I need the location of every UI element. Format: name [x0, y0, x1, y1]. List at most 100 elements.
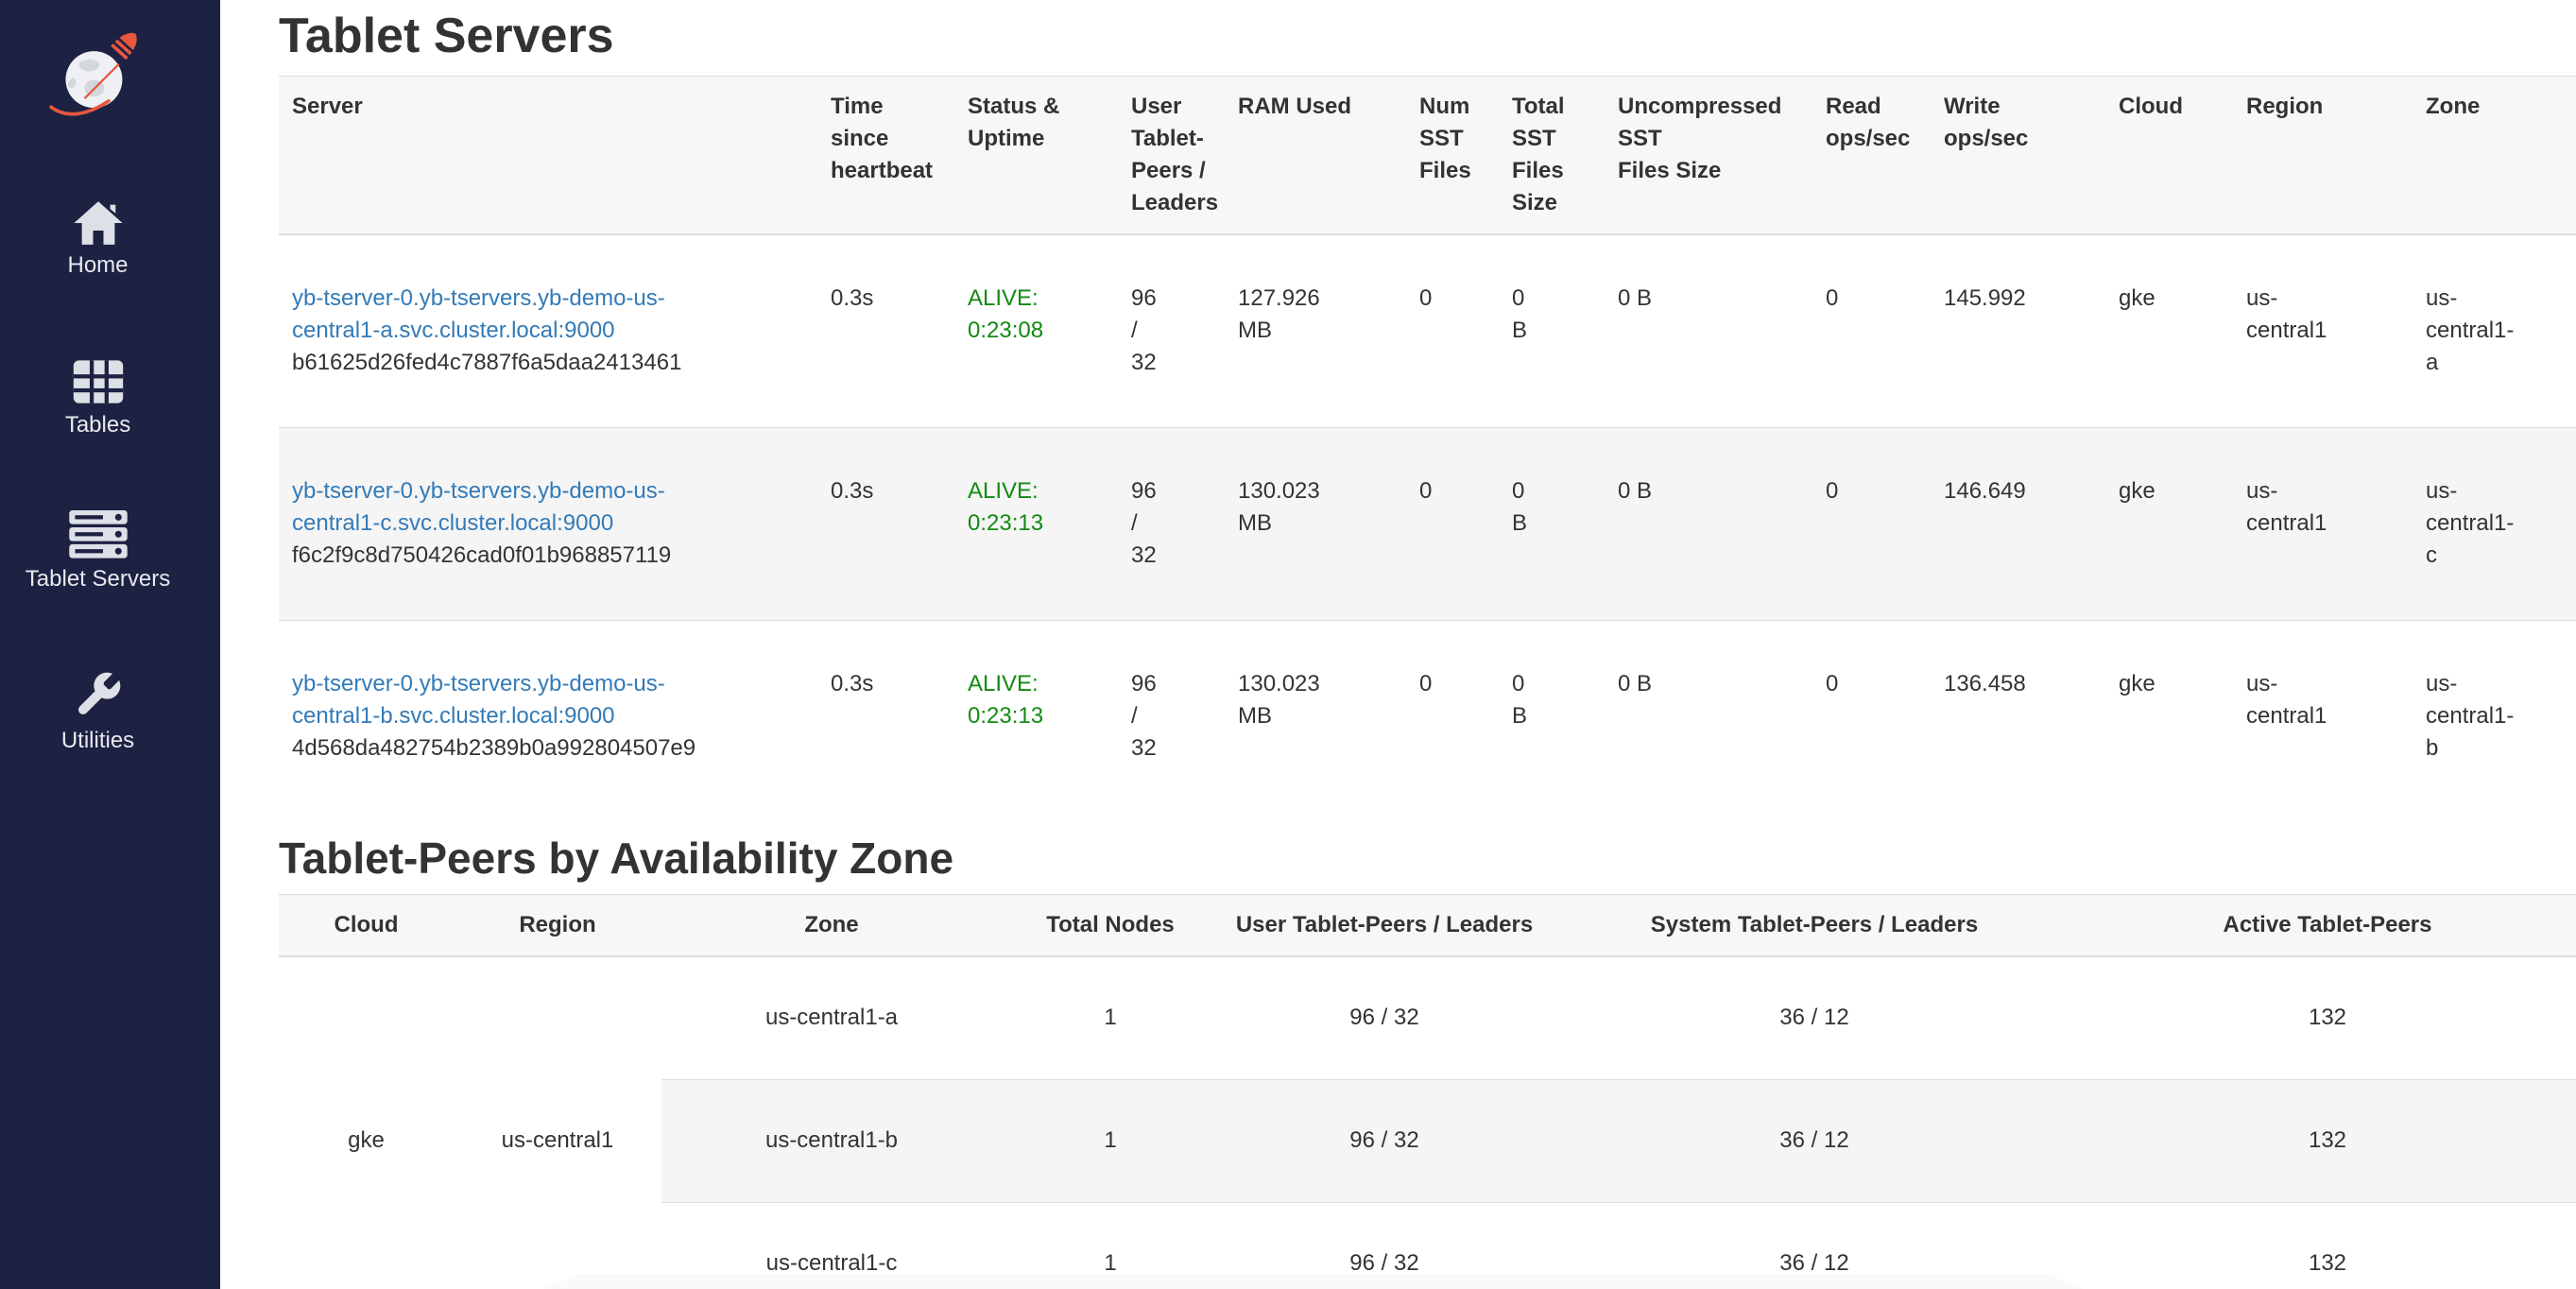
col-user-tablet-peers: User Tablet-Peers / Leaders: [1219, 895, 1550, 957]
az-system-peers-cell: 36 / 12: [1550, 956, 2079, 1080]
write-ops-cell: 145.992: [1931, 234, 2105, 428]
tserver-row: yb-tserver-0.yb-tservers.yb-demo-us- cen…: [279, 234, 2576, 428]
heartbeat-cell: 0.3s: [817, 428, 954, 621]
az-region-cell: us-central1: [454, 956, 661, 1289]
num-sst-files-cell: 0: [1406, 428, 1499, 621]
tablet-servers-table: Server Time since heartbeat Status & Upt…: [279, 76, 2576, 813]
az-active-peers-cell: 132: [2079, 1080, 2576, 1203]
tserver-row: yb-tserver-0.yb-tservers.yb-demo-us- cen…: [279, 428, 2576, 621]
col-total-nodes: Total Nodes: [1002, 895, 1219, 957]
col-status-uptime: Status & Uptime: [954, 77, 1118, 235]
tserver-row: yb-tserver-0.yb-tservers.yb-demo-us- cen…: [279, 621, 2576, 814]
col-region: Region: [454, 895, 661, 957]
heartbeat-cell: 0.3s: [817, 234, 954, 428]
main-content: Tablet Servers Server Time since heartbe…: [220, 8, 2576, 1289]
az-cloud-cell: gke: [279, 956, 454, 1289]
sidebar-item-utilities[interactable]: Utilities: [61, 668, 134, 754]
zone-cell: us- central1- b: [2413, 621, 2576, 814]
col-server: Server: [279, 77, 817, 235]
az-zone-cell: us-central1-a: [661, 956, 1002, 1080]
tserver-uuid: b61625d26fed4c7887f6a5daa2413461: [292, 347, 804, 379]
sidebar-item-label: Utilities: [61, 728, 134, 754]
region-cell: us- central1: [2233, 428, 2413, 621]
tserver-link[interactable]: yb-tserver-0.yb-tservers.yb-demo-us- cen…: [292, 478, 665, 536]
planet-rocket-logo-icon: [42, 25, 155, 119]
region-cell: us- central1: [2233, 234, 2413, 428]
uncompressed-sst-size-cell: 0 B: [1605, 234, 1812, 428]
col-read-ops: Read ops/sec: [1812, 77, 1931, 235]
num-sst-files-cell: 0: [1406, 234, 1499, 428]
col-region: Region: [2233, 77, 2413, 235]
cloud-cell: gke: [2105, 234, 2233, 428]
heartbeat-cell: 0.3s: [817, 621, 954, 814]
sidebar-item-tablet-servers[interactable]: Tablet Servers: [26, 510, 170, 593]
col-user-tablet-peers: User Tablet- Peers / Leaders: [1118, 77, 1225, 235]
az-user-peers-cell: 96 / 32: [1219, 956, 1550, 1080]
col-cloud: Cloud: [279, 895, 454, 957]
tserver-uuid: 4d568da482754b2389b0a992804507e9: [292, 732, 804, 765]
read-ops-cell: 0: [1812, 234, 1931, 428]
az-total-nodes-cell: 1: [1002, 1080, 1219, 1203]
status-uptime-cell: ALIVE: 0:23:08: [954, 234, 1118, 428]
tserver-uuid: f6c2f9c8d750426cad0f01b968857119: [292, 540, 804, 572]
uncompressed-sst-size-cell: 0 B: [1605, 621, 1812, 814]
sidebar-item-tables[interactable]: Tables: [65, 358, 130, 438]
zone-cell: us- central1- a: [2413, 234, 2576, 428]
sidebar-item-label: Tables: [65, 412, 130, 438]
user-tablet-peers-cell: 96 / 32: [1118, 234, 1225, 428]
status-uptime-cell: ALIVE: 0:23:13: [954, 621, 1118, 814]
az-zone-cell: us-central1-b: [661, 1080, 1002, 1203]
ram-used-cell: 130.023 MB: [1225, 428, 1406, 621]
table-header-row: Server Time since heartbeat Status & Upt…: [279, 77, 2576, 235]
tables-icon: [71, 358, 126, 405]
page-title: Tablet Servers: [279, 8, 2576, 64]
ram-used-cell: 130.023 MB: [1225, 621, 1406, 814]
col-num-sst-files: Num SST Files: [1406, 77, 1499, 235]
yugabytedb-logo[interactable]: [42, 25, 155, 119]
num-sst-files-cell: 0: [1406, 621, 1499, 814]
uncompressed-sst-size-cell: 0 B: [1605, 428, 1812, 621]
cloud-cell: gke: [2105, 428, 2233, 621]
col-ram-used: RAM Used: [1225, 77, 1406, 235]
server-cell: yb-tserver-0.yb-tservers.yb-demo-us- cen…: [279, 621, 817, 814]
col-system-tablet-peers: System Tablet-Peers / Leaders: [1550, 895, 2079, 957]
col-uncompressed-sst-size: Uncompressed SST Files Size: [1605, 77, 1812, 235]
tablet-servers-icon: [68, 510, 129, 559]
total-sst-size-cell: 0 B: [1499, 621, 1605, 814]
read-ops-cell: 0: [1812, 621, 1931, 814]
sidebar-item-label: Tablet Servers: [26, 566, 170, 593]
cloud-cell: gke: [2105, 621, 2233, 814]
az-active-peers-cell: 132: [2079, 956, 2576, 1080]
read-ops-cell: 0: [1812, 428, 1931, 621]
az-active-peers-cell: 132: [2079, 1203, 2576, 1289]
tablet-peers-by-az-table: Cloud Region Zone Total Nodes User Table…: [279, 894, 2576, 1289]
az-row: gke us-central1 us-central1-a 1 96 / 32 …: [279, 956, 2576, 1080]
az-section-title: Tablet-Peers by Availability Zone: [279, 834, 2576, 883]
user-tablet-peers-cell: 96 / 32: [1118, 428, 1225, 621]
col-zone: Zone: [2413, 77, 2576, 235]
col-heartbeat: Time since heartbeat: [817, 77, 954, 235]
az-header-row: Cloud Region Zone Total Nodes User Table…: [279, 895, 2576, 957]
server-cell: yb-tserver-0.yb-tservers.yb-demo-us- cen…: [279, 234, 817, 428]
az-system-peers-cell: 36 / 12: [1550, 1080, 2079, 1203]
ram-used-cell: 127.926 MB: [1225, 234, 1406, 428]
az-total-nodes-cell: 1: [1002, 956, 1219, 1080]
sidebar-item-label: Home: [67, 252, 128, 279]
col-cloud: Cloud: [2105, 77, 2233, 235]
region-cell: us- central1: [2233, 621, 2413, 814]
sidebar: Home Tables: [0, 0, 220, 1289]
col-write-ops: Write ops/sec: [1931, 77, 2105, 235]
total-sst-size-cell: 0 B: [1499, 428, 1605, 621]
home-icon: [72, 200, 125, 246]
server-cell: yb-tserver-0.yb-tservers.yb-demo-us- cen…: [279, 428, 817, 621]
sidebar-item-home[interactable]: Home: [67, 200, 128, 279]
status-uptime-cell: ALIVE: 0:23:13: [954, 428, 1118, 621]
tserver-link[interactable]: yb-tserver-0.yb-tservers.yb-demo-us- cen…: [292, 285, 665, 343]
total-sst-size-cell: 0 B: [1499, 234, 1605, 428]
zone-cell: us- central1- c: [2413, 428, 2576, 621]
col-active-tablet-peers: Active Tablet-Peers: [2079, 895, 2576, 957]
utilities-wrench-icon: [72, 668, 125, 721]
tserver-link[interactable]: yb-tserver-0.yb-tservers.yb-demo-us- cen…: [292, 671, 665, 729]
write-ops-cell: 146.649: [1931, 428, 2105, 621]
col-zone: Zone: [661, 895, 1002, 957]
